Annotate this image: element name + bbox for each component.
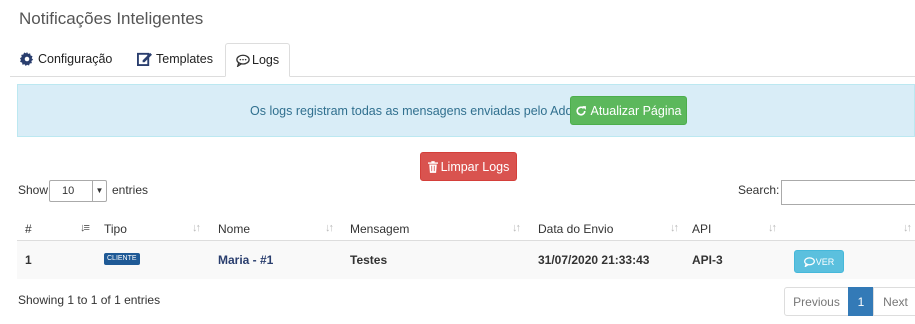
column-header-mensagem[interactable]: Mensagem xyxy=(350,222,409,236)
sort-icon: ↓↑ xyxy=(903,222,912,234)
clear-logs-label: Limpar Logs xyxy=(440,160,510,174)
sort-icon: ↓↑ xyxy=(192,222,201,234)
page-title: Notificações Inteligentes xyxy=(19,9,204,28)
sort-icon: ↓↑ xyxy=(325,222,334,234)
column-header-nome[interactable]: Nome xyxy=(218,222,250,236)
tab-logs[interactable]: Logs xyxy=(225,43,290,77)
pagination-previous[interactable]: Previous xyxy=(784,287,849,316)
length-prefix: Show xyxy=(18,183,49,197)
tab-logs-label: Logs xyxy=(252,53,280,67)
tab-templates[interactable]: Templates xyxy=(127,43,223,76)
sort-desc-icon: ↓≡ xyxy=(80,222,90,234)
row-date: 31/07/2020 21:33:43 xyxy=(538,253,650,267)
tab-configuracao-label: Configuração xyxy=(38,52,113,66)
tab-templates-label: Templates xyxy=(156,52,213,66)
clear-logs-button[interactable]: Limpar Logs xyxy=(420,152,517,181)
alert-text: Os logs registram todas as mensagens env… xyxy=(250,104,590,118)
row-message: Testes xyxy=(350,253,388,267)
search-input[interactable] xyxy=(781,180,915,205)
tab-bar: Configuração Templates Logs xyxy=(10,43,915,77)
view-button-label: VER xyxy=(815,257,835,267)
gear-icon xyxy=(20,52,34,66)
type-badge: CLIENTE xyxy=(104,253,140,265)
column-header-id[interactable]: # xyxy=(25,222,32,236)
table-info: Showing 1 to 1 of 1 entries xyxy=(18,293,161,307)
view-button[interactable]: VER xyxy=(794,250,844,273)
table-row xyxy=(17,241,915,279)
row-id: 1 xyxy=(25,253,32,267)
row-api: API-3 xyxy=(692,253,723,267)
refresh-icon xyxy=(576,106,587,116)
edit-icon xyxy=(137,52,152,66)
tab-configuracao[interactable]: Configuração xyxy=(10,43,122,76)
column-header-tipo[interactable]: Tipo xyxy=(104,222,127,236)
column-header-data[interactable]: Data do Envio xyxy=(538,222,613,236)
chevron-down-icon: ▼ xyxy=(92,181,106,201)
sort-icon: ↓↑ xyxy=(670,222,679,234)
comment-icon xyxy=(236,54,250,68)
sort-icon: ↓↑ xyxy=(512,222,521,234)
search-label: Search: xyxy=(738,183,780,197)
pagination-page-1[interactable]: 1 xyxy=(848,287,874,316)
row-name: Maria - #1 xyxy=(218,253,274,267)
column-header-api[interactable]: API xyxy=(692,222,711,236)
info-alert: Os logs registram todas as mensagens env… xyxy=(17,84,915,137)
entries-length-value: 10 xyxy=(62,185,75,197)
refresh-page-label: Atualizar Página xyxy=(590,104,682,118)
trash-icon xyxy=(427,161,438,173)
length-suffix: entries xyxy=(112,183,149,197)
pagination-next[interactable]: Next xyxy=(873,287,915,316)
entries-length-select[interactable]: 10 ▼ xyxy=(49,180,107,202)
comment-icon xyxy=(803,257,815,268)
refresh-page-button[interactable]: Atualizar Página xyxy=(570,96,687,125)
sort-icon: ↓↑ xyxy=(768,222,777,234)
